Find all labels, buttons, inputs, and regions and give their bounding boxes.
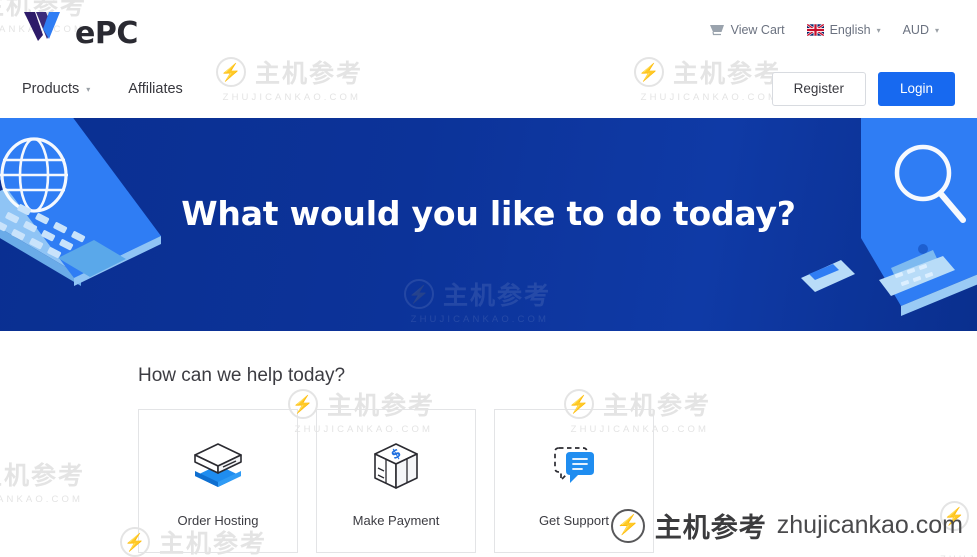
language-label: English	[829, 23, 871, 37]
chevron-down-icon: ▾	[876, 25, 881, 35]
chevron-down-icon: ▾	[86, 84, 91, 94]
login-button[interactable]: Login	[877, 72, 955, 106]
top-utility-bar: ePC View Cart English ▾ AUD ▾	[0, 0, 977, 60]
top-right-utilities: View Cart English ▾ AUD ▾	[709, 23, 961, 37]
hero-title: What would you like to do today?	[181, 194, 796, 233]
nav-actions: Register Login	[771, 72, 961, 106]
nav-item-affiliates-label: Affiliates	[128, 81, 183, 97]
card-make-payment-label: Make Payment	[352, 512, 440, 528]
view-cart-label: View Cart	[730, 23, 785, 37]
watermark-cn: 主机参考	[443, 281, 552, 310]
nav-item-products[interactable]: Products ▾	[22, 81, 90, 97]
site-logo[interactable]: ePC	[22, 9, 138, 51]
card-get-support[interactable]: Get Support	[494, 409, 654, 553]
bolt-circle-icon: ⚡	[404, 279, 434, 309]
hero-banner: What would you like to do today? ⚡ 主机参考 …	[0, 118, 977, 331]
watermark: ⚡ 主机参考 ZHUJICANKAO.COM	[404, 276, 551, 325]
language-selector[interactable]: English ▾	[806, 23, 881, 37]
w-chevron-logo-icon	[22, 9, 74, 43]
watermark-en: ZHUJICANKAO.COM	[410, 314, 550, 325]
register-button[interactable]: Register	[771, 72, 866, 106]
card-order-hosting[interactable]: Order Hosting	[138, 409, 298, 553]
currency-label: AUD	[902, 23, 929, 37]
view-cart-link[interactable]: View Cart	[709, 23, 785, 37]
nav-item-affiliates[interactable]: Affiliates	[128, 81, 183, 97]
uk-flag-icon	[806, 24, 824, 36]
chevron-down-icon: ▾	[934, 25, 939, 35]
help-cards: Order Hosting $ Make Payment Get Support	[138, 409, 977, 553]
nav-links: Products ▾ Affiliates	[22, 81, 183, 97]
section-title: How can we help today?	[138, 365, 346, 386]
card-make-payment[interactable]: $ Make Payment	[316, 409, 476, 553]
package-dollar-icon: $	[367, 435, 425, 497]
main-navigation-bar: Products ▾ Affiliates Register Login	[0, 60, 977, 118]
card-order-hosting-label: Order Hosting	[177, 512, 259, 528]
card-get-support-label: Get Support	[538, 512, 610, 528]
nav-item-products-label: Products	[22, 81, 80, 97]
logo-text: ePC	[75, 16, 138, 51]
currency-selector[interactable]: AUD ▾	[903, 23, 939, 37]
main-content: How can we help today? Order Hosting $ M…	[0, 365, 977, 553]
page-root: ePC View Cart English ▾ AUD ▾ Products ▾…	[0, 0, 977, 557]
stacked-boxes-icon	[189, 435, 247, 497]
chat-bubbles-icon	[545, 435, 603, 497]
cart-icon	[709, 23, 725, 37]
